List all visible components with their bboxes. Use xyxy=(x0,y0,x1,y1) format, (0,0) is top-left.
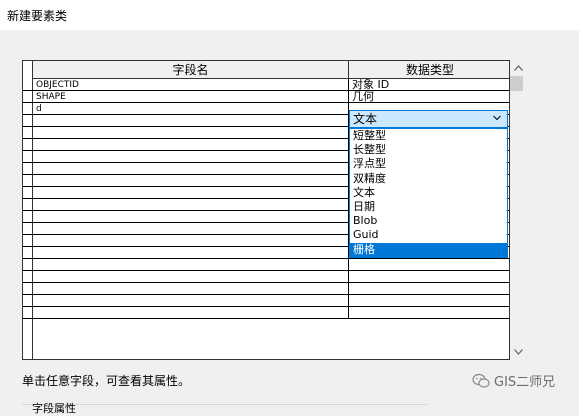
dropdown-option[interactable]: 双精度 xyxy=(350,172,507,186)
row-selector[interactable] xyxy=(23,271,33,283)
field-name-cell[interactable] xyxy=(33,295,349,307)
data-type-cell[interactable] xyxy=(349,259,509,271)
field-name-cell[interactable] xyxy=(33,127,349,139)
field-name-cell[interactable] xyxy=(33,115,349,127)
field-name-cell[interactable] xyxy=(33,151,349,163)
table-row[interactable]: SHAPE 几何 xyxy=(33,91,509,103)
table-row-empty[interactable] xyxy=(33,307,509,319)
row-selector[interactable] xyxy=(23,91,33,103)
data-type-dropdown[interactable]: 文本 xyxy=(349,110,508,128)
dropdown-option[interactable]: 日期 xyxy=(350,200,507,214)
scrollbar-thumb[interactable] xyxy=(510,76,523,91)
data-type-header[interactable]: 数据类型 xyxy=(349,61,509,79)
vertical-scrollbar[interactable] xyxy=(510,60,527,360)
row-selector[interactable] xyxy=(23,163,33,175)
field-name-header[interactable]: 字段名 xyxy=(33,61,349,79)
field-name-cell[interactable] xyxy=(33,247,349,259)
field-name-cell[interactable] xyxy=(33,163,349,175)
data-type-cell[interactable] xyxy=(349,295,509,307)
row-selector[interactable] xyxy=(23,211,33,223)
field-name-cell[interactable] xyxy=(33,187,349,199)
dropdown-option[interactable]: 长整型 xyxy=(350,143,507,157)
dropdown-option[interactable]: 浮点型 xyxy=(350,157,507,171)
row-selector[interactable] xyxy=(23,199,33,211)
field-name-cell[interactable]: OBJECTID xyxy=(33,79,349,91)
field-name-cell[interactable] xyxy=(33,223,349,235)
field-name-cell[interactable] xyxy=(33,199,349,211)
field-name-cell[interactable] xyxy=(33,307,349,319)
data-type-cell[interactable] xyxy=(349,283,509,295)
row-selector[interactable] xyxy=(23,127,33,139)
row-selector[interactable] xyxy=(23,259,33,271)
row-selector[interactable] xyxy=(23,151,33,163)
field-name-cell[interactable] xyxy=(33,259,349,271)
row-selector[interactable] xyxy=(23,103,33,115)
data-type-cell[interactable] xyxy=(349,271,509,283)
row-selector[interactable] xyxy=(23,247,33,259)
field-name-cell[interactable] xyxy=(33,271,349,283)
dropdown-selected-value: 文本 xyxy=(353,112,378,126)
row-selector[interactable] xyxy=(23,139,33,151)
table-row-empty[interactable] xyxy=(33,271,509,283)
field-properties-label: 字段属性 xyxy=(32,402,76,415)
field-name-cell[interactable] xyxy=(33,175,349,187)
row-selector[interactable] xyxy=(23,235,33,247)
title-bar: 新建要素类 xyxy=(0,0,579,30)
field-name-cell[interactable] xyxy=(33,283,349,295)
data-type-cell[interactable]: 几何 xyxy=(349,91,509,103)
hint-text: 单击任意字段，可查看其属性。 xyxy=(22,374,191,388)
dropdown-option[interactable]: Blob xyxy=(350,214,507,228)
table-row-empty[interactable] xyxy=(33,259,509,271)
row-selector[interactable] xyxy=(23,115,33,127)
window-title: 新建要素类 xyxy=(7,9,68,23)
table-row-empty[interactable] xyxy=(33,295,509,307)
data-type-cell[interactable] xyxy=(349,307,509,319)
dropdown-option-highlighted[interactable]: 栅格 xyxy=(350,242,507,257)
watermark: GIS二师兄 xyxy=(472,371,555,390)
scroll-up-icon[interactable] xyxy=(514,65,523,71)
row-selector[interactable] xyxy=(23,187,33,199)
field-name-cell[interactable]: SHAPE xyxy=(33,91,349,103)
data-type-options-list[interactable]: 短整型 长整型 浮点型 双精度 文本 日期 Blob Guid 栅格 xyxy=(349,128,508,258)
field-name-cell[interactable]: d xyxy=(33,103,349,115)
row-selector[interactable] xyxy=(23,283,33,295)
field-properties-divider xyxy=(22,404,427,405)
field-name-cell[interactable] xyxy=(33,139,349,151)
row-selector[interactable] xyxy=(23,79,33,91)
dropdown-option[interactable]: 文本 xyxy=(350,186,507,200)
chevron-down-icon xyxy=(493,115,501,121)
field-name-cell[interactable] xyxy=(33,235,349,247)
watermark-text: GIS二师兄 xyxy=(494,375,556,390)
wechat-icon xyxy=(472,373,490,388)
dropdown-option[interactable]: Guid xyxy=(350,228,507,242)
row-selector[interactable] xyxy=(23,223,33,235)
table-row-empty[interactable] xyxy=(33,283,509,295)
table-row[interactable]: OBJECTID 对象 ID xyxy=(33,79,509,91)
row-selector-column[interactable] xyxy=(23,61,33,359)
row-selector[interactable] xyxy=(23,295,33,307)
dropdown-option[interactable]: 短整型 xyxy=(350,129,507,143)
row-selector[interactable] xyxy=(23,175,33,187)
field-name-cell[interactable] xyxy=(33,211,349,223)
scroll-down-icon[interactable] xyxy=(514,349,523,355)
row-selector[interactable] xyxy=(23,307,33,319)
